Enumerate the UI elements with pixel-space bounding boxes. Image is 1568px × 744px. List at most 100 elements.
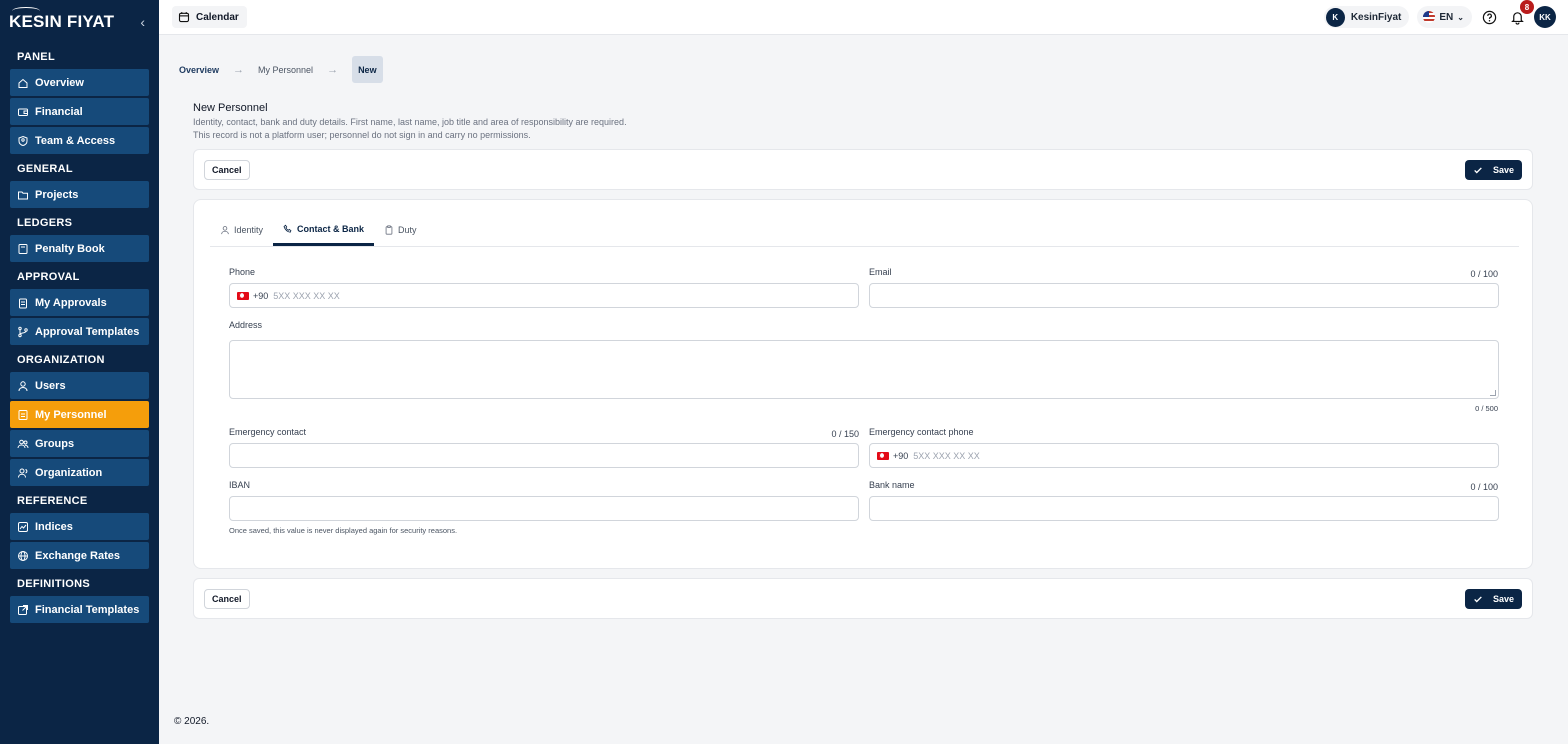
calendar-icon [178,12,190,23]
tab-contact-bank[interactable]: Contact & Bank [273,215,375,246]
dial-code: +90 [253,290,269,301]
sidebar-item-label: Groups [35,437,75,450]
clipboard-icon [17,297,29,309]
sidebar-section-title: PANEL [17,50,55,63]
page-title: New Personnel [193,102,268,114]
org-name: KesinFiyat [1350,11,1402,23]
calendar-button[interactable]: Calendar [172,6,247,28]
sidebar-section-title: LEDGERS [17,216,73,229]
breadcrumb-current: New [352,56,383,83]
calendar-label: Calendar [196,11,239,23]
breadcrumb-my-personnel[interactable]: My Personnel [258,65,313,75]
tab-label: Identity [234,224,264,235]
clipboard-icon [385,224,393,235]
sidebar-item-label: Team & Access [35,134,116,147]
sidebar-item-label: My Personnel [35,408,107,421]
sidebar-item-groups[interactable]: Groups [10,430,149,457]
sidebar-item-users[interactable]: Users [10,372,149,399]
user-shield-icon [17,135,29,147]
turkey-flag-icon [877,451,889,460]
sidebar-item-indices[interactable]: Indices [10,513,149,540]
folder-icon [17,189,29,201]
user-avatar[interactable]: KK [1534,6,1556,28]
bottom-action-bar: Cancel Save [193,578,1533,619]
id-card-icon [17,409,29,421]
save-button[interactable]: Save [1464,589,1522,609]
sidebar-item-label: Exchange Rates [35,549,120,562]
topbar-actions: K KesinFiyat EN ⌄ 8 KK [1323,0,1568,28]
emergency-phone-label: Emergency contact phone [869,427,974,437]
resize-handle-icon[interactable] [1490,390,1496,396]
address-textarea[interactable] [229,340,1499,399]
email-input[interactable] [869,283,1499,308]
email-counter: 0 / 100 [1470,269,1498,279]
external-link-icon [17,604,29,616]
user-icon [221,225,229,234]
chevron-down-icon: ⌄ [1457,12,1464,22]
save-label: Save [1492,594,1514,604]
check-icon [1474,167,1482,174]
logo[interactable]: KESIN FIYAT [9,7,114,32]
phone-input[interactable]: +90 5XX XXX XX XX [229,283,859,308]
sidebar-item-label: Penalty Book [35,242,105,255]
notifications-button[interactable]: 8 [1506,0,1534,28]
arrow-right-icon: → [327,63,339,76]
cancel-button[interactable]: Cancel [204,589,250,609]
sidebar-item-penalty-book[interactable]: Penalty Book [10,235,149,262]
sidebar-item-projects[interactable]: Projects [10,181,149,208]
emergency-phone-input[interactable]: +90 5XX XXX XX XX [869,443,1499,468]
description-line: This record is not a platform user; pers… [193,129,531,140]
help-button[interactable] [1478,6,1500,28]
sidebar-item-label: Indices [35,520,73,533]
sidebar-item-label: Overview [35,76,84,89]
sidebar-item-label: Financial [35,105,83,118]
language-select[interactable]: EN ⌄ [1417,6,1472,28]
iban-input[interactable] [229,496,859,521]
sidebar-section-title: DEFINITIONS [17,577,90,590]
breadcrumb-overview[interactable]: Overview [179,65,219,75]
bank-name-counter: 0 / 100 [1470,482,1498,492]
sidebar-item-approval-templates[interactable]: Approval Templates [10,318,149,345]
sidebar-item-overview[interactable]: Overview [10,69,149,96]
help-icon [1482,10,1496,24]
tab-identity[interactable]: Identity [210,215,273,244]
sidebar-item-team-access[interactable]: Team & Access [10,127,149,154]
bank-name-input[interactable] [869,496,1499,521]
breadcrumb: Overview → My Personnel → New [179,56,383,83]
home-icon [17,77,29,89]
address-label: Address [229,320,263,330]
cancel-button[interactable]: Cancel [204,160,250,180]
sidebar: KESIN FIYAT ‹ PANEL Overview Financial Team… [0,0,159,744]
emergency-contact-input[interactable] [229,443,859,468]
address-counter: 0 / 500 [1475,404,1498,413]
footer-copyright: © 2026. [174,716,210,727]
sidebar-item-my-personnel[interactable]: My Personnel [10,401,149,428]
sidebar-section-title: APPROVAL [17,270,80,283]
tab-duty[interactable]: Duty [374,215,427,244]
sidebar-nav: PANEL Overview Financial Team & Access GENER… [0,44,159,623]
description-line: Identity, contact, bank and duty details… [193,117,627,127]
save-button[interactable]: Save [1464,160,1522,180]
collapse-sidebar-icon[interactable]: ‹ [140,14,145,30]
sidebar-item-financial[interactable]: Financial [10,98,149,125]
arrow-right-icon: → [233,63,245,76]
sidebar-item-my-approvals[interactable]: My Approvals [10,289,149,316]
sidebar-item-organization[interactable]: Organization [10,459,149,486]
sidebar-item-financial-templates[interactable]: Financial Templates [10,596,149,623]
save-label: Save [1492,165,1514,175]
phone-label: Phone [229,267,256,277]
sidebar-item-label: Financial Templates [35,603,140,616]
iban-hint: Once saved, this value is never displaye… [229,526,458,535]
sidebar-item-exchange-rates[interactable]: Exchange Rates [10,542,149,569]
sidebar-item-label: Projects [35,188,79,201]
language-label: EN [1439,11,1454,23]
emergency-contact-label: Emergency contact [229,427,307,437]
page-description: Identity, contact, bank and duty details… [193,116,793,141]
wallet-icon [17,106,29,118]
personnel-form-card: Identity Contact & Bank Duty Phone +90 5… [193,199,1533,569]
email-label: Email [869,267,892,277]
sidebar-section-title: ORGANIZATION [17,353,105,366]
users-icon [17,438,29,450]
top-action-bar: Cancel Save [193,149,1533,190]
organization-switcher[interactable]: K KesinFiyat [1323,6,1410,28]
